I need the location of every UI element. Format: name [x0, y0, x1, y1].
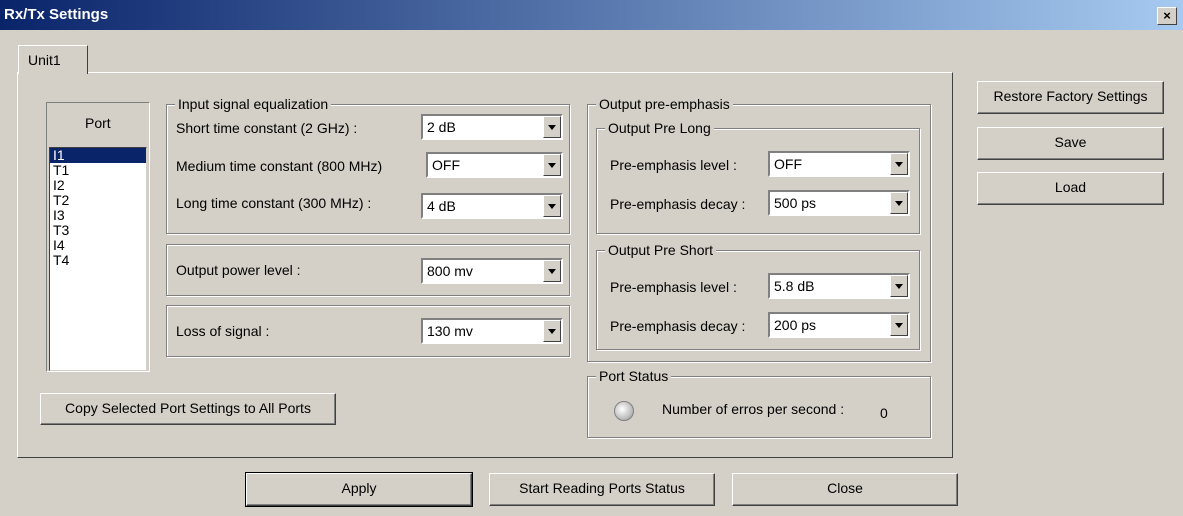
- list-item[interactable]: T2: [50, 193, 146, 208]
- short-time-label: Short time constant (2 GHz) :: [176, 120, 358, 136]
- apply-label: Apply: [341, 480, 377, 496]
- title-bar: Rx/Tx Settings ×: [0, 0, 1183, 30]
- port-listbox[interactable]: Port I1 T1 I2 T2 I3 T3 I4 T4: [46, 102, 150, 372]
- pre-long-decay-select[interactable]: 500 ps: [768, 190, 910, 216]
- load-button[interactable]: Load: [977, 172, 1164, 205]
- short-time-select[interactable]: 2 dB: [421, 114, 563, 140]
- long-time-select[interactable]: 4 dB: [421, 193, 563, 219]
- tab-unit1[interactable]: Unit1: [18, 45, 88, 74]
- copy-settings-label: Copy Selected Port Settings to All Ports: [65, 400, 311, 416]
- pre-long-level-select[interactable]: OFF: [768, 151, 910, 177]
- pre-long-level-value: OFF: [774, 156, 802, 172]
- loss-of-signal-label: Loss of signal :: [176, 323, 270, 339]
- restore-factory-label: Restore Factory Settings: [993, 88, 1148, 104]
- pre-long-level-label: Pre-emphasis level :: [610, 157, 737, 173]
- port-header-label: Port: [85, 115, 111, 131]
- port-list[interactable]: I1 T1 I2 T2 I3 T3 I4 T4: [49, 147, 147, 371]
- close-icon[interactable]: ×: [1157, 7, 1177, 25]
- chevron-down-icon[interactable]: [890, 192, 908, 214]
- save-button[interactable]: Save: [977, 127, 1164, 160]
- chevron-down-icon[interactable]: [890, 314, 908, 336]
- list-item[interactable]: I2: [50, 178, 146, 193]
- list-item[interactable]: T1: [50, 163, 146, 178]
- apply-button[interactable]: Apply: [245, 472, 473, 507]
- medium-time-select[interactable]: OFF: [426, 152, 563, 178]
- pre-long-decay-value: 500 ps: [774, 195, 817, 211]
- loss-of-signal-value: 130 mv: [427, 323, 473, 339]
- pre-short-level-label: Pre-emphasis level :: [610, 279, 737, 295]
- output-power-select[interactable]: 800 mv: [421, 258, 563, 284]
- restore-factory-button[interactable]: Restore Factory Settings: [977, 81, 1164, 114]
- output-power-label: Output power level :: [176, 262, 301, 278]
- list-item[interactable]: T3: [50, 223, 146, 238]
- pre-short-legend: Output Pre Short: [605, 242, 717, 258]
- pre-short-level-value: 5.8 dB: [774, 278, 815, 294]
- pre-long-group: Output Pre Long: [596, 120, 920, 234]
- start-reading-label: Start Reading Ports Status: [519, 480, 685, 496]
- loss-of-signal-select[interactable]: 130 mv: [421, 318, 563, 344]
- chevron-down-icon[interactable]: [543, 195, 561, 217]
- port-status-legend: Port Status: [596, 368, 672, 384]
- list-item[interactable]: I3: [50, 208, 146, 223]
- list-item[interactable]: T4: [50, 253, 146, 268]
- chevron-down-icon[interactable]: [543, 116, 561, 138]
- pre-long-legend: Output Pre Long: [605, 120, 714, 136]
- list-item[interactable]: I1: [50, 148, 146, 163]
- pre-long-decay-label: Pre-emphasis decay :: [610, 196, 746, 212]
- errors-value: 0: [880, 405, 888, 421]
- pre-emphasis-legend: Output pre-emphasis: [596, 96, 733, 112]
- tab-label: Unit1: [28, 52, 61, 68]
- medium-time-label: Medium time constant (800 MHz): [176, 158, 383, 174]
- close-label: Close: [827, 480, 863, 496]
- pre-short-decay-label: Pre-emphasis decay :: [610, 318, 746, 334]
- chevron-down-icon[interactable]: [543, 320, 561, 342]
- errors-label: Number of erros per second :: [662, 401, 845, 417]
- chevron-down-icon[interactable]: [890, 275, 908, 297]
- long-time-value: 4 dB: [427, 198, 456, 214]
- chevron-down-icon[interactable]: [543, 154, 561, 176]
- output-power-value: 800 mv: [427, 263, 473, 279]
- close-button[interactable]: Close: [732, 473, 958, 506]
- long-time-label: Long time constant (300 MHz) :: [176, 195, 372, 211]
- save-label: Save: [1054, 134, 1087, 150]
- list-item[interactable]: I4: [50, 238, 146, 253]
- status-led-icon: [614, 401, 634, 421]
- chevron-down-icon[interactable]: [543, 260, 561, 282]
- pre-short-level-select[interactable]: 5.8 dB: [768, 273, 910, 299]
- chevron-down-icon[interactable]: [890, 153, 908, 175]
- pre-short-decay-select[interactable]: 200 ps: [768, 312, 910, 338]
- load-label: Load: [1054, 179, 1087, 195]
- short-time-value: 2 dB: [427, 119, 456, 135]
- equalization-legend: Input signal equalization: [175, 96, 332, 112]
- medium-time-value: OFF: [432, 157, 460, 173]
- port-header: Port: [47, 103, 147, 143]
- start-reading-button[interactable]: Start Reading Ports Status: [489, 473, 715, 506]
- pre-short-decay-value: 200 ps: [774, 317, 817, 333]
- copy-settings-button[interactable]: Copy Selected Port Settings to All Ports: [40, 393, 336, 425]
- window-title: Rx/Tx Settings: [4, 6, 109, 23]
